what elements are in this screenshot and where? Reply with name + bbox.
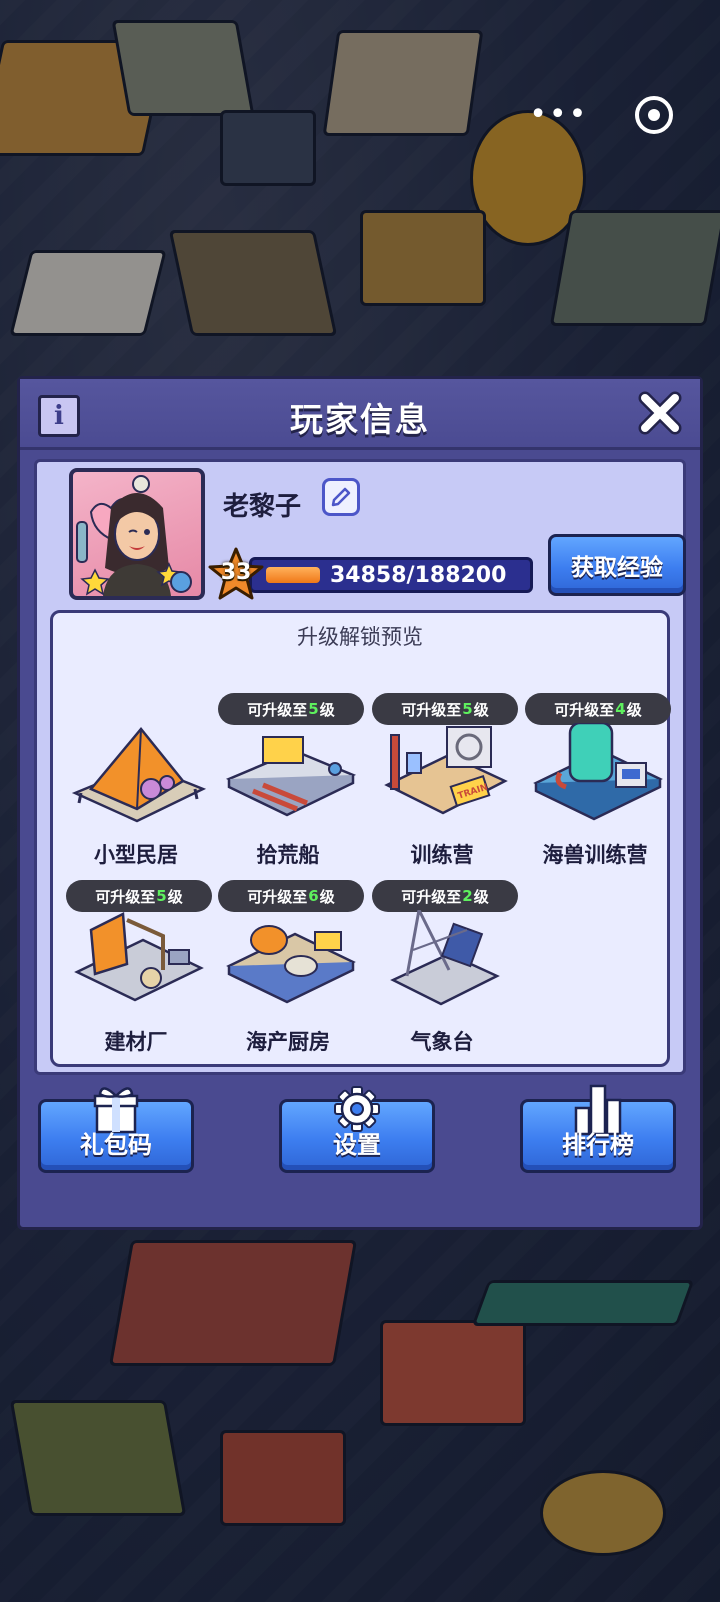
settings-label: 设置 bbox=[333, 1131, 381, 1159]
building-material-factory-icon bbox=[74, 912, 204, 1002]
preview-title: 升级解锁预览 bbox=[297, 625, 423, 649]
badge-prefix: 可升级至 bbox=[401, 700, 462, 719]
gift-code-button[interactable]: 礼包码 bbox=[38, 1087, 194, 1173]
pencil-icon bbox=[331, 487, 351, 507]
player-panel: 老黎子 34858/188200 33 获取经验 升级解锁预览 小型民居 可升级… bbox=[34, 459, 686, 1075]
upgrade-badge: 可升级至 5 级 bbox=[66, 880, 212, 912]
get-experience-button[interactable]: 获取经验 bbox=[548, 534, 686, 596]
building-name: 训练营 bbox=[410, 843, 474, 867]
building-name: 建材厂 bbox=[104, 1030, 168, 1054]
badge-suffix: 级 bbox=[319, 887, 335, 906]
player-level: 33 bbox=[220, 560, 252, 585]
badge-suffix: 级 bbox=[319, 700, 335, 719]
experience-bar-fill bbox=[266, 567, 320, 583]
building-name: 拾荒船 bbox=[256, 843, 320, 867]
building-name: 气象台 bbox=[410, 1030, 474, 1054]
leaderboard-button[interactable]: 排行榜 bbox=[520, 1084, 676, 1173]
building-name: 海兽训练营 bbox=[542, 843, 648, 867]
building-card[interactable]: 可升级至 5 级 TRAIN 训练营 bbox=[367, 693, 518, 879]
dialog-title: 玩家信息 bbox=[290, 400, 430, 439]
avatar[interactable] bbox=[69, 468, 205, 600]
building-card[interactable]: 可升级至 5 级 拾荒船 bbox=[213, 693, 364, 879]
dialog-header: i 玩家信息 bbox=[20, 379, 700, 450]
building-name: 海产厨房 bbox=[246, 1030, 330, 1054]
mini-program-capsule: ••• bbox=[506, 86, 696, 144]
scavenger-boat-icon bbox=[225, 736, 357, 817]
more-dots-icon[interactable]: ••• bbox=[529, 100, 588, 130]
edit-name-button[interactable] bbox=[322, 478, 360, 516]
training-camp-icon: TRAIN bbox=[384, 726, 508, 815]
badge-level: 2 bbox=[462, 887, 473, 905]
gift-code-label: 礼包码 bbox=[80, 1131, 152, 1159]
upgrade-unlock-preview: 升级解锁预览 小型民居 可升级至 5 级 拾荒船 可升级至 5 级 TRAIN … bbox=[50, 610, 671, 1067]
upgrade-badge: 可升级至 5 级 bbox=[372, 693, 518, 725]
seafood-kitchen-icon bbox=[226, 925, 356, 1004]
badge-prefix: 可升级至 bbox=[95, 887, 156, 906]
target-circle-icon[interactable] bbox=[634, 96, 673, 134]
experience-text: 34858/188200 bbox=[330, 563, 507, 588]
experience-bar: 34858/188200 bbox=[249, 557, 533, 593]
player-name: 老黎子 bbox=[223, 492, 302, 522]
close-x-icon bbox=[638, 391, 682, 435]
badge-level: 5 bbox=[308, 700, 319, 718]
tent-building-icon bbox=[71, 727, 207, 823]
badge-suffix: 级 bbox=[626, 700, 642, 719]
badge-level: 5 bbox=[462, 700, 473, 718]
upgrade-badge: 可升级至 4 级 bbox=[525, 693, 671, 725]
building-card[interactable]: 可升级至 4 级 海兽训练营 bbox=[520, 693, 671, 879]
badge-prefix: 可升级至 bbox=[401, 887, 462, 906]
upgrade-badge: 可升级至 5 级 bbox=[218, 693, 364, 725]
upgrade-badge: 可升级至 2 级 bbox=[372, 880, 518, 912]
building-card[interactable]: 可升级至 2 级 气象台 bbox=[367, 880, 518, 1066]
building-card[interactable]: 可升级至 6 级 海产厨房 bbox=[213, 880, 364, 1066]
badge-prefix: 可升级至 bbox=[247, 887, 308, 906]
badge-level: 6 bbox=[308, 887, 319, 905]
upgrade-badge: 可升级至 6 级 bbox=[218, 880, 364, 912]
avatar-portrait bbox=[76, 475, 192, 596]
close-button[interactable] bbox=[634, 387, 686, 439]
badge-prefix: 可升级至 bbox=[247, 700, 308, 719]
settings-button[interactable]: 设置 bbox=[279, 1086, 435, 1173]
badge-prefix: 可升级至 bbox=[554, 700, 615, 719]
get-experience-label: 获取经验 bbox=[571, 555, 663, 581]
badge-level: 5 bbox=[156, 887, 167, 905]
building-name: 小型民居 bbox=[94, 843, 178, 867]
building-card[interactable]: 可升级至 5 级 建材厂 bbox=[61, 880, 212, 1066]
leaderboard-label: 排行榜 bbox=[562, 1131, 634, 1159]
building-card[interactable]: 小型民居 bbox=[61, 693, 211, 879]
badge-suffix: 级 bbox=[167, 887, 183, 906]
badge-suffix: 级 bbox=[473, 700, 489, 719]
badge-level: 4 bbox=[615, 700, 626, 718]
badge-suffix: 级 bbox=[473, 887, 489, 906]
sea-beast-camp-icon bbox=[533, 723, 663, 821]
player-info-dialog: i 玩家信息 老黎子 34858/188200 33 获取经验 升级解锁预览 小… bbox=[17, 376, 703, 1230]
experience-bar-track bbox=[266, 567, 320, 583]
weather-station-icon bbox=[390, 910, 500, 1006]
